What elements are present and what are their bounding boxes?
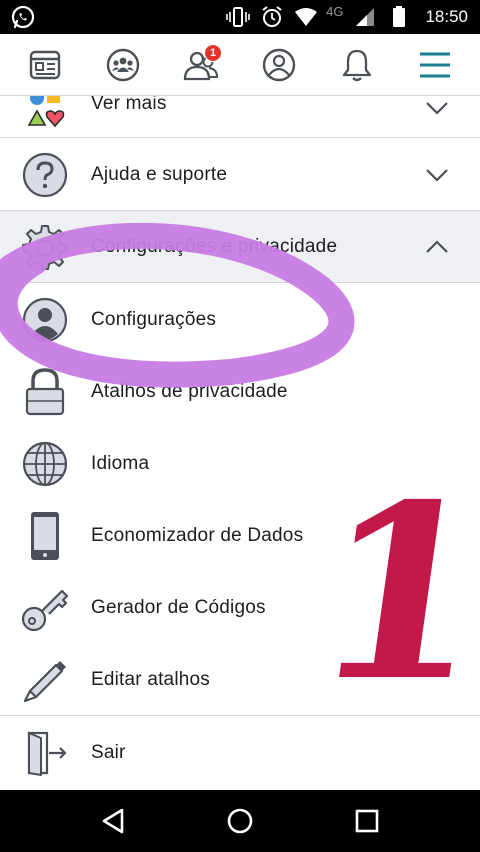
logout-icon: [20, 725, 70, 781]
whatsapp-icon: [10, 4, 36, 30]
notification-badge: 1: [204, 43, 222, 62]
nav-friend-requests[interactable]: 1: [171, 35, 231, 95]
recents-icon: [355, 809, 378, 833]
globe-icon: [20, 436, 70, 492]
menu-item-label: Sair: [91, 742, 126, 763]
menu-item-label: Ajuda e suporte: [91, 163, 228, 185]
menu-item-label: Idioma: [91, 453, 150, 474]
menu-item-label: Editar atalhos: [91, 668, 210, 690]
profile-icon: [262, 48, 296, 81]
nav-profile[interactable]: [249, 35, 309, 95]
menu-item-label: Configurações e privacidade: [91, 235, 338, 257]
status-bar: 4G 18:50: [0, 0, 480, 34]
question-icon: [20, 147, 70, 203]
screen: 4G 18:50 1 Ver mais Ajuda e suporte Conf…: [0, 0, 480, 852]
groups-icon: [106, 48, 140, 81]
pencil-icon: [20, 652, 70, 708]
wifi-icon: [294, 5, 318, 29]
notifications-icon: [342, 49, 372, 81]
menu-item-label: Atalhos de privacidade: [91, 381, 288, 402]
nav-notifications[interactable]: [327, 35, 387, 95]
menu-item-label: Economizador de Dados: [91, 525, 304, 546]
clock: 18:50: [425, 7, 468, 26]
menu-item-label: Ver mais: [91, 96, 167, 114]
menu-item-label: Gerador de Códigos: [91, 597, 266, 618]
alarm-icon: [260, 5, 284, 29]
chevron-up-icon: [426, 239, 448, 253]
menu-item-configuracoes[interactable]: Configurações: [0, 284, 480, 356]
nav-menu[interactable]: [405, 35, 465, 95]
signal-icon: [353, 5, 377, 29]
home-button[interactable]: [220, 801, 260, 841]
user-icon: [20, 292, 70, 348]
lock-icon: [20, 364, 70, 420]
recents-button[interactable]: [347, 801, 387, 841]
menu-item-ajuda-e-suporte[interactable]: Ajuda e suporte: [0, 139, 480, 211]
vibrate-icon: [226, 5, 250, 29]
menu-item-configuracoes-e-privacidade[interactable]: Configurações e privacidade: [0, 211, 480, 283]
top-nav: 1: [0, 34, 480, 96]
news-feed-icon: [29, 50, 61, 79]
back-icon: [103, 808, 124, 834]
back-button[interactable]: [93, 801, 133, 841]
menu-item-atalhos-de-privacidade[interactable]: Atalhos de privacidade: [0, 356, 480, 428]
chevron-down-icon: [426, 168, 448, 182]
chevron-down-icon: [426, 102, 448, 115]
key-icon: [20, 580, 70, 636]
gear-icon: [20, 219, 70, 275]
nav-groups[interactable]: [93, 35, 153, 95]
menu-icon: [420, 52, 450, 77]
menu-item-label: Configurações: [91, 309, 217, 330]
home-icon: [227, 808, 253, 834]
battery-icon: [387, 5, 411, 29]
nav-news-feed[interactable]: [15, 35, 75, 95]
network-type: 4G: [326, 3, 344, 19]
android-nav-bar: [0, 790, 480, 852]
menu-item-ver-mais[interactable]: Ver mais: [0, 96, 480, 138]
phone-icon: [20, 508, 70, 564]
shapes-icon: [20, 96, 70, 136]
